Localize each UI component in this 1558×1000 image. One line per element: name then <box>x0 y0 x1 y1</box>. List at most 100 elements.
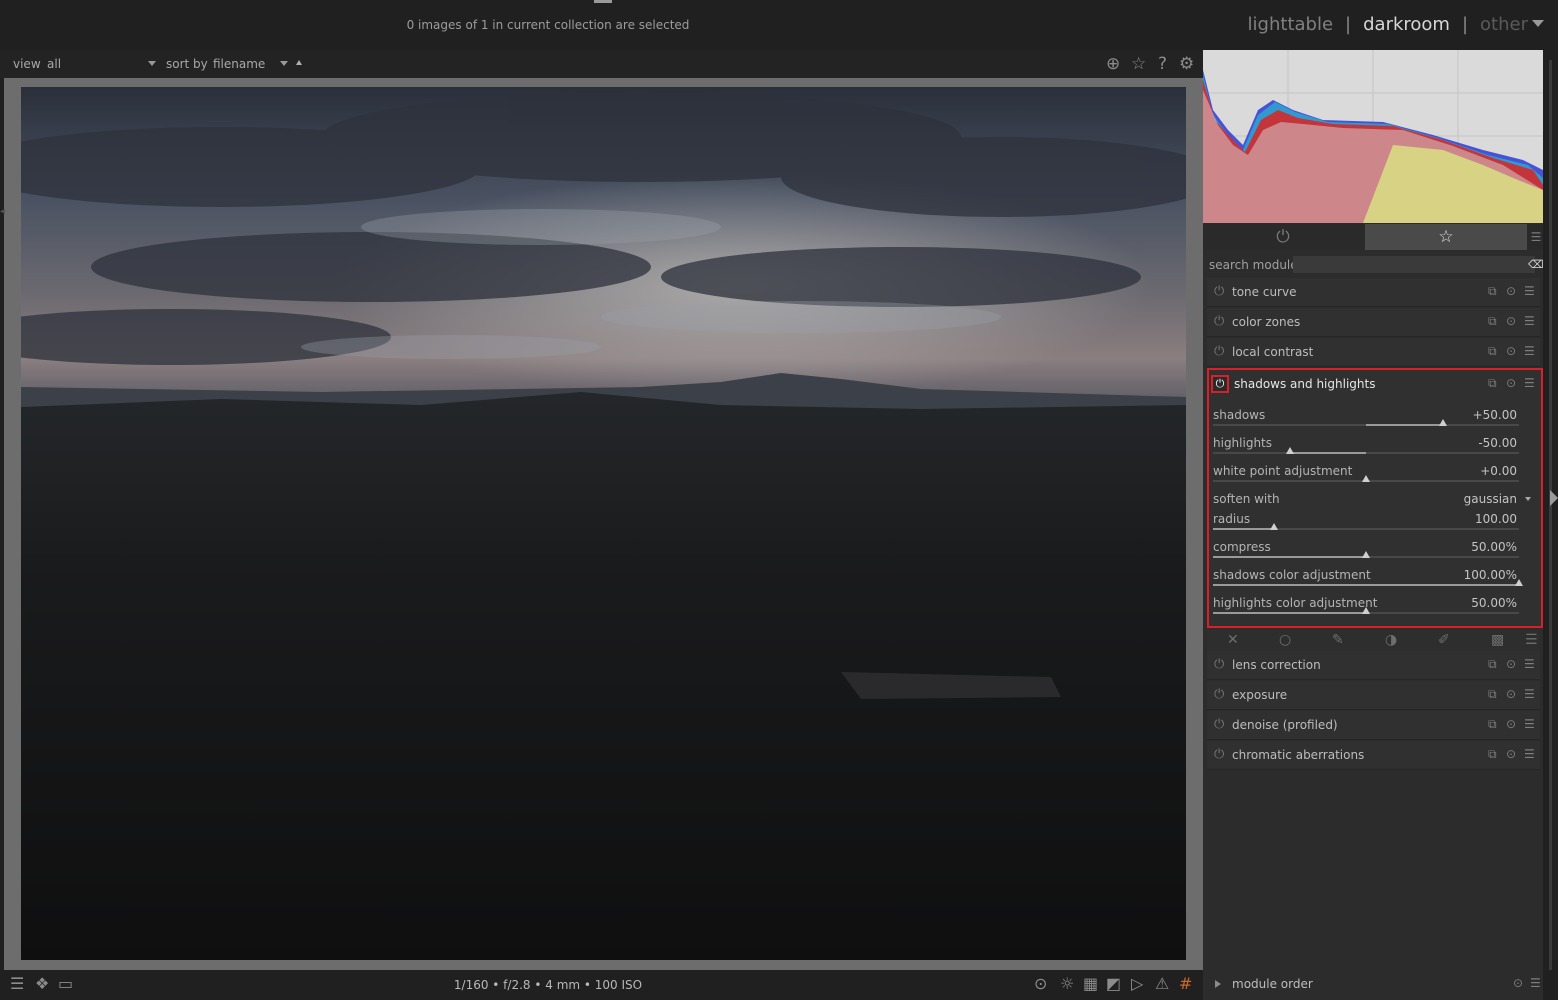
bulb-icon[interactable]: ☼ <box>1060 975 1074 993</box>
presets-icon[interactable]: ☰ <box>1524 717 1535 731</box>
active-modules-tab-power-icon[interactable]: ⏻ <box>1203 224 1363 250</box>
sort-order-icon[interactable] <box>296 60 302 65</box>
power-icon[interactable]: ⏻ <box>1214 314 1224 329</box>
softproof-icon[interactable]: ▷ <box>1131 975 1143 993</box>
uniform-blend-icon[interactable]: ○ <box>1279 632 1291 648</box>
multi-instance-icon[interactable]: ⧉ <box>1488 284 1497 299</box>
module-chromatic-aberrations[interactable]: ⏻ chromatic aberrations ⧉ ⊙ ☰ <box>1207 741 1540 770</box>
reset-icon[interactable]: ⊙ <box>1506 747 1516 761</box>
radius-slider[interactable]: radius 100.00 <box>1209 512 1541 540</box>
guides-icon[interactable]: # <box>1179 975 1192 993</box>
help-icon[interactable]: ? <box>1158 55 1167 73</box>
histogram[interactable] <box>1203 50 1543 223</box>
multi-instance-icon[interactable]: ⧉ <box>1488 314 1497 329</box>
module-exposure[interactable]: ⏻ exposure ⧉ ⊙ ☰ <box>1207 681 1540 710</box>
chevron-down-icon[interactable] <box>1525 497 1531 501</box>
view-lighttable-link[interactable]: lighttable <box>1248 14 1333 35</box>
raw-overexposed-icon[interactable]: ◩ <box>1106 975 1121 993</box>
presets-icon[interactable]: ☰ <box>1524 687 1535 701</box>
photo-canvas[interactable] <box>21 87 1186 960</box>
power-icon[interactable]: ⏻ <box>1214 284 1224 299</box>
reset-icon[interactable]: ⊙ <box>1506 314 1516 328</box>
slider-handle[interactable] <box>1362 551 1370 558</box>
overlay-icon[interactable]: ⊕ <box>1106 55 1120 73</box>
presets-icon[interactable]: ☰ <box>1530 976 1541 990</box>
scrollbar-thumb[interactable] <box>1549 60 1552 970</box>
gear-icon[interactable]: ⚙ <box>1179 55 1194 73</box>
presets-icon[interactable]: ☰ <box>1524 314 1535 328</box>
slider-track[interactable] <box>1213 584 1519 586</box>
right-panel-collapse-icon[interactable] <box>1550 490 1558 506</box>
presets-icon[interactable]: ☰ <box>1524 344 1535 358</box>
module-lens-correction[interactable]: ⏻ lens correction ⧉ ⊙ ☰ <box>1207 651 1540 680</box>
slider-handle[interactable] <box>1362 475 1370 482</box>
slider-handle[interactable] <box>1438 419 1447 426</box>
view-filter-select[interactable]: all <box>47 57 61 71</box>
gamut-check-icon[interactable]: ⚠ <box>1155 975 1169 993</box>
view-other-link[interactable]: other <box>1480 14 1528 35</box>
power-icon[interactable]: ⏻ <box>1214 657 1224 672</box>
favorites-tab-star-icon[interactable]: ☆ <box>1365 224 1527 250</box>
highlights-slider[interactable]: highlights -50.00 <box>1209 436 1541 464</box>
compress-slider[interactable]: compress 50.00% <box>1209 540 1541 568</box>
slider-track[interactable] <box>1213 452 1519 454</box>
right-panel-scrollbar[interactable] <box>1545 50 1558 1000</box>
shadows-slider[interactable]: shadows +50.00 <box>1209 408 1541 436</box>
multi-instance-icon[interactable]: ⧉ <box>1488 657 1497 672</box>
power-icon[interactable]: ⏻ <box>1214 344 1224 359</box>
highlights-color-adjustment-slider[interactable]: highlights color adjustment 50.00% <box>1209 596 1541 624</box>
search-module-input[interactable] <box>1293 256 1535 273</box>
power-icon[interactable]: ⏻ <box>1214 747 1224 762</box>
drawn-parametric-mask-icon[interactable]: ✐ <box>1438 632 1450 648</box>
parametric-mask-icon[interactable]: ◑ <box>1385 632 1397 648</box>
view-darkroom-link[interactable]: darkroom <box>1363 14 1450 35</box>
reset-icon[interactable]: ⊙ <box>1506 657 1516 671</box>
clear-search-icon[interactable]: ⌫ <box>1528 258 1544 271</box>
presets-icon[interactable]: ☰ <box>1524 657 1535 671</box>
reset-icon[interactable]: ⊙ <box>1506 687 1516 701</box>
slider-handle[interactable] <box>1270 523 1279 530</box>
presets-icon[interactable]: ☰ <box>1524 376 1535 390</box>
module-color-zones[interactable]: ⏻ color zones ⧉ ⊙ ☰ <box>1207 308 1540 337</box>
soften-with-combobox[interactable]: soften with gaussian <box>1209 492 1541 512</box>
multi-instance-icon[interactable]: ⧉ <box>1488 747 1497 762</box>
module-header[interactable]: ⏻ shadows and highlights ⧉ ⊙ ☰ <box>1209 370 1541 398</box>
multi-instance-icon[interactable]: ⧉ <box>1488 344 1497 359</box>
drawn-mask-icon[interactable]: ✎ <box>1332 632 1344 648</box>
presets-icon[interactable]: ☰ <box>1524 284 1535 298</box>
blend-presets-icon[interactable]: ☰ <box>1525 632 1538 648</box>
expand-arrow-icon[interactable] <box>1215 980 1221 988</box>
left-panel-collapse-icon[interactable]: ◂ <box>0 206 5 217</box>
reset-icon[interactable]: ⊙ <box>1513 976 1523 990</box>
slider-handle[interactable] <box>1515 579 1523 586</box>
module-denoise-profiled[interactable]: ⏻ denoise (profiled) ⧉ ⊙ ☰ <box>1207 711 1540 740</box>
multi-instance-icon[interactable]: ⧉ <box>1488 717 1497 732</box>
blend-off-icon[interactable]: ✕ <box>1227 632 1239 648</box>
module-tone-curve[interactable]: ⏻ tone curve ⧉ ⊙ ☰ <box>1207 278 1540 307</box>
slider-track[interactable] <box>1213 528 1519 530</box>
module-order-row[interactable]: module order ⊙ ☰ <box>1203 972 1543 996</box>
reset-icon[interactable]: ⊙ <box>1506 376 1516 390</box>
presets-menu-icon[interactable]: ☰ <box>1529 224 1543 250</box>
raster-mask-icon[interactable]: ▩ <box>1491 632 1504 648</box>
view-dropdown-icon[interactable] <box>1532 20 1544 27</box>
slider-handle[interactable] <box>1362 607 1370 614</box>
reset-icon[interactable]: ⊙ <box>1506 344 1516 358</box>
slider-track[interactable] <box>1213 424 1519 426</box>
module-local-contrast[interactable]: ⏻ local contrast ⧉ ⊙ ☰ <box>1207 338 1540 367</box>
multi-instance-icon[interactable]: ⧉ <box>1488 687 1497 702</box>
slider-handle[interactable] <box>1285 447 1294 454</box>
reset-icon[interactable]: ⊙ <box>1506 717 1516 731</box>
color-assessment-icon[interactable]: ▦ <box>1083 975 1098 993</box>
shadows-color-adjustment-slider[interactable]: shadows color adjustment 100.00% <box>1209 568 1541 596</box>
view-filter-dropdown-icon[interactable] <box>148 61 156 66</box>
star-icon[interactable]: ☆ <box>1131 55 1146 73</box>
multi-instance-icon[interactable]: ⧉ <box>1488 376 1497 391</box>
sort-select[interactable]: filename <box>213 57 265 71</box>
power-icon[interactable]: ⏻ <box>1214 687 1224 702</box>
power-icon[interactable]: ⏻ <box>1214 717 1224 732</box>
sort-dropdown-icon[interactable] <box>280 61 288 66</box>
presets-icon[interactable]: ☰ <box>1524 747 1535 761</box>
top-panel-handle[interactable] <box>594 0 612 3</box>
white-point-slider[interactable]: white point adjustment +0.00 <box>1209 464 1541 492</box>
